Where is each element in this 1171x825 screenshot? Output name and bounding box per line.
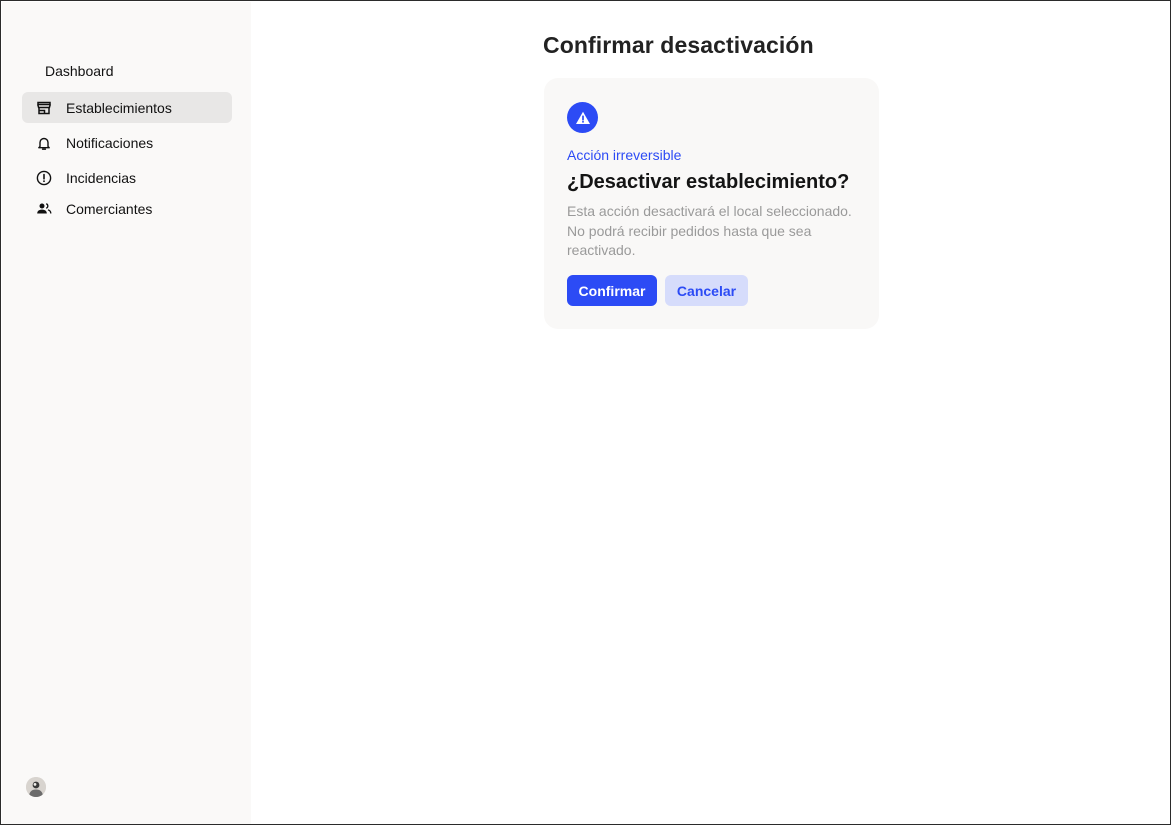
sidebar-item-label: Comerciantes xyxy=(66,200,153,217)
store-icon xyxy=(36,100,52,116)
users-icon xyxy=(36,201,52,217)
dialog-description: Esta acción desactivará el local selecci… xyxy=(567,203,852,258)
confirm-button[interactable]: Confirmar xyxy=(567,275,657,306)
dialog-title: ¿Desactivar establecimiento? xyxy=(567,171,850,193)
sidebar-item-label: Notificaciones xyxy=(66,134,154,151)
sidebar-item-label: Establecimientos xyxy=(66,99,172,116)
sidebar-item-dashboard[interactable]: Dashboard xyxy=(22,55,232,86)
avatar[interactable] xyxy=(26,777,46,797)
sidebar-item-label: Incidencias xyxy=(66,169,137,186)
sidebar-item-notificaciones[interactable]: Notificaciones xyxy=(22,127,232,158)
alert-circle-icon xyxy=(36,170,52,186)
sidebar-item-label: Dashboard xyxy=(45,62,114,79)
confirm-dialog: Acción irreversible ¿Desactivar establec… xyxy=(544,78,879,329)
cancel-button[interactable]: Cancelar xyxy=(665,275,748,306)
warning-triangle-icon xyxy=(567,102,598,133)
sidebar: Dashboard Establecimientos Notificacione… xyxy=(2,2,251,824)
page-title: Confirmar desactivación xyxy=(543,32,814,58)
sidebar-item-incidencias[interactable]: Incidencias xyxy=(22,162,232,193)
sidebar-item-establecimientos[interactable]: Establecimientos xyxy=(22,92,232,123)
bell-icon xyxy=(36,135,52,151)
app-window: Dashboard Establecimientos Notificacione… xyxy=(0,0,1171,825)
sidebar-item-comerciantes[interactable]: Comerciantes xyxy=(22,193,232,224)
dialog-eyebrow: Acción irreversible xyxy=(567,147,682,163)
